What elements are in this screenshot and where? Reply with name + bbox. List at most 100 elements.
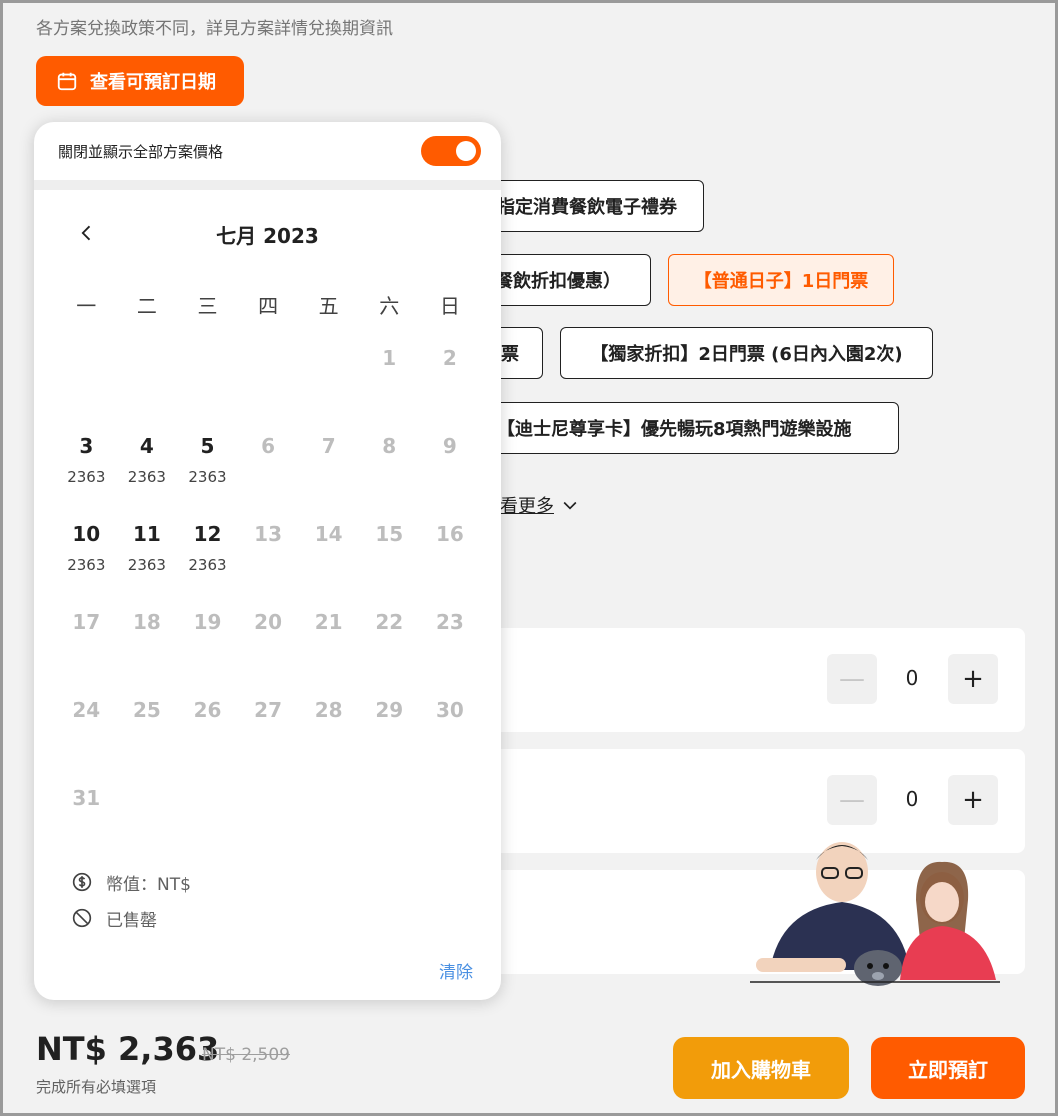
chip-label: 【迪士尼尊享卡】優先暢玩8項熱門遊樂設施 (497, 419, 852, 440)
day-number: 8 (382, 434, 397, 458)
option-chip-regular-day-ticket[interactable]: 【普通日子】1日門票 (668, 254, 894, 306)
day-number: 13 (254, 522, 282, 546)
calendar-day[interactable]: 10 2363 (56, 520, 117, 608)
option-chip-premier-access[interactable]: 【迪士尼尊享卡】優先暢玩8項熱門遊樂設施 (470, 402, 899, 454)
add-to-cart-button[interactable]: 加入購物車 (673, 1037, 849, 1099)
calendar-day: 26 (177, 696, 238, 784)
toggle-label: 關閉並顯示全部方案價格 (58, 142, 224, 161)
calendar-day: 19 (177, 608, 238, 696)
day-number: 9 (442, 434, 457, 458)
prohibited-icon (72, 908, 92, 928)
dollar-icon (72, 872, 92, 892)
calendar-legend: 幣值：NT$ 已售罄 (72, 864, 191, 936)
date-button-label: 查看可預訂日期 (90, 72, 216, 93)
couple-illustration (750, 842, 1000, 986)
day-number: 20 (254, 610, 282, 634)
option-chip-dining-voucher[interactable]: 指定消費餐飲電子禮券 (470, 180, 704, 232)
day-price: 2363 (188, 556, 227, 574)
calendar-day: 28 (298, 696, 359, 784)
day-number: 23 (435, 610, 464, 634)
chip-label: 餐飲折扣優惠） (495, 271, 621, 292)
day-number: 17 (72, 610, 101, 634)
calendar-day: 1 (359, 344, 420, 432)
day-price: 2363 (67, 556, 106, 574)
calendar-day: 6 (238, 432, 299, 520)
policy-note: 各方案兌換政策不同，詳見方案詳情兌換期資訊 (36, 19, 393, 39)
calendar-day: 17 (56, 608, 117, 696)
calendar-icon (57, 72, 77, 91)
day-price: 2363 (127, 468, 166, 486)
calendar-day: 20 (238, 608, 299, 696)
weekday-label: 三 (197, 293, 218, 318)
book-now-button[interactable]: 立即預訂 (871, 1037, 1025, 1099)
decrease-button[interactable]: — (827, 775, 877, 825)
calendar-day: 25 (117, 696, 178, 784)
calendar-day: 9 (420, 432, 481, 520)
calendar-day: 16 (420, 520, 481, 608)
weekday-label: 日 (439, 293, 460, 318)
option-chip-2day-ticket[interactable]: 【獨家折扣】2日門票 (6日內入園2次) (560, 327, 933, 379)
calendar-day: 7 (298, 432, 359, 520)
calendar-day: 15 (359, 520, 420, 608)
calendar-day: 13 (238, 520, 299, 608)
calendar-header: 七月 2023 (34, 190, 501, 274)
calendar-day: 22 (359, 608, 420, 696)
chevron-down-icon (563, 501, 577, 510)
day-number: 21 (314, 610, 343, 634)
quantity-row: — 0 + (490, 628, 1025, 732)
chip-label: 【獨家折扣】2日門票 (6日內入園2次) (590, 344, 903, 365)
view-available-dates-button[interactable]: 查看可預訂日期 (36, 56, 244, 106)
divider (34, 180, 501, 190)
calendar-day: 29 (359, 696, 420, 784)
calendar-grid: 1 2 3 2363 4 2363 5 2363 6 7 8 9 10 2363 11 2363 12 2363 1… (34, 344, 501, 872)
day-price: 2363 (127, 556, 166, 574)
legend-sold-out: 已售罄 (72, 900, 191, 936)
weekday-label: 二 (136, 293, 157, 318)
increase-button[interactable]: + (948, 775, 998, 825)
clear-button[interactable]: 清除 (439, 958, 473, 983)
legend-currency: 幣值：NT$ (72, 864, 191, 900)
chip-label: 指定消費餐飲電子禮券 (497, 197, 677, 218)
weekday-label: 四 (258, 293, 279, 318)
legend-sold-out-label: 已售罄 (106, 910, 157, 931)
day-number: 7 (321, 434, 336, 458)
calendar-empty-cell (177, 344, 238, 432)
weekday-label: 五 (318, 293, 339, 318)
decrease-button[interactable]: — (827, 654, 877, 704)
increase-button[interactable]: + (948, 654, 998, 704)
calendar-day[interactable]: 11 2363 (117, 520, 178, 608)
day-number: 2 (442, 346, 457, 370)
day-number: 11 (132, 522, 161, 546)
quantity-value: 0 (905, 787, 919, 811)
current-price: NT$ 2,363 (36, 1030, 220, 1068)
month-title: 七月 2023 (216, 224, 319, 248)
day-number: 12 (193, 522, 222, 546)
day-number: 10 (72, 522, 101, 546)
weekday-header: 一二三四五六日 (34, 274, 501, 334)
calendar-day: 14 (298, 520, 359, 608)
legend-currency-label: 幣值：NT$ (106, 874, 191, 895)
day-number: 22 (375, 610, 404, 634)
day-number: 24 (72, 698, 101, 722)
calendar-empty-cell (56, 344, 117, 432)
required-note: 完成所有必填選項 (36, 1078, 157, 1096)
date-picker-popup: 關閉並顯示全部方案價格 七月 2023 一二三四五六日 1 2 3 2363 4 2363… (34, 122, 501, 1000)
calendar-day[interactable]: 5 2363 (177, 432, 238, 520)
day-number: 5 (200, 434, 215, 458)
quantity-value: 0 (905, 666, 919, 690)
day-number: 15 (375, 522, 404, 546)
show-all-prices-toggle[interactable] (421, 136, 481, 166)
calendar-day[interactable]: 4 2363 (117, 432, 178, 520)
calendar-day[interactable]: 3 2363 (56, 432, 117, 520)
calendar-day: 2 (420, 344, 481, 432)
day-number: 25 (132, 698, 161, 722)
day-number: 4 (139, 434, 154, 458)
calendar-day: 21 (298, 608, 359, 696)
calendar-day: 27 (238, 696, 299, 784)
see-more-link[interactable]: 看更多 (500, 492, 580, 518)
calendar-day: 30 (420, 696, 481, 784)
calendar-day[interactable]: 12 2363 (177, 520, 238, 608)
day-number: 30 (435, 698, 464, 722)
day-number: 6 (261, 434, 276, 458)
day-number: 19 (193, 610, 222, 634)
